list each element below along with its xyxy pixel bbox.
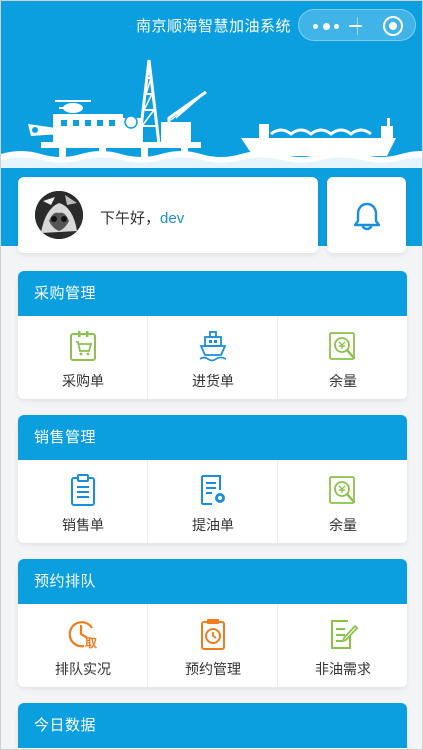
section-title: 预约排队: [18, 559, 407, 604]
item-label: 进货单: [192, 373, 234, 389]
timer-board-icon: [201, 619, 225, 650]
item-label: 提油单: [192, 517, 234, 533]
item-label: 预约管理: [185, 661, 241, 677]
item-label: 余量: [329, 517, 357, 533]
minimize-icon[interactable]: [347, 17, 371, 35]
item-label: 余量: [329, 373, 357, 389]
section-grid: 取 排队实况 预约管理 非油需求: [18, 604, 407, 687]
more-menu-icon[interactable]: [309, 17, 345, 35]
app-frame: 南京顺海智慧加油系统 下午好，dev 采购管理 采购单 进货单 余量 销售管理 …: [0, 0, 423, 750]
balance-search-icon: [329, 332, 356, 360]
section-today-data: 今日数据: [18, 703, 407, 749]
section-sales: 销售管理 销售单 提油单 余量: [18, 415, 407, 543]
reservation-manage-button[interactable]: 预约管理: [148, 604, 278, 687]
balance-search-icon: [329, 476, 356, 504]
item-label: 非油需求: [315, 661, 371, 677]
bell-icon: [353, 202, 381, 231]
purchase-order-button[interactable]: 采购单: [18, 316, 148, 399]
pickup-order-button[interactable]: 提油单: [148, 460, 278, 543]
section-title: 采购管理: [18, 271, 407, 316]
section-grid: 采购单 进货单 余量: [18, 316, 407, 399]
inbound-order-button[interactable]: 进货单: [148, 316, 278, 399]
ship-icon: [199, 331, 227, 362]
section-title: 销售管理: [18, 415, 407, 460]
non-oil-demand-button[interactable]: 非油需求: [278, 604, 407, 687]
document-gear-icon: [201, 475, 225, 505]
clipboard-icon: [71, 474, 95, 506]
svg-text:取: 取: [85, 636, 97, 650]
sales-balance-button[interactable]: 余量: [278, 460, 407, 543]
oil-platform-illustration: [1, 59, 422, 168]
avatar-image: [35, 191, 83, 239]
miniprogram-capsule: [298, 9, 416, 41]
notification-button[interactable]: [327, 177, 406, 253]
sales-order-button[interactable]: 销售单: [18, 460, 148, 543]
section-title: 今日数据: [18, 703, 407, 748]
section-queue: 预约排队 取 排队实况 预约管理 非油需求: [18, 559, 407, 687]
shopping-cart-icon: [70, 331, 96, 361]
section-purchase: 采购管理 采购单 进货单 余量: [18, 271, 407, 399]
greeting-text: 下午好，dev: [100, 207, 184, 228]
item-label: 采购单: [62, 373, 104, 389]
purchase-balance-button[interactable]: 余量: [278, 316, 407, 399]
section-grid: 销售单 提油单 余量: [18, 460, 407, 543]
item-label: 排队实况: [55, 661, 111, 677]
close-target-icon[interactable]: [383, 16, 403, 36]
edit-note-icon: [331, 620, 358, 649]
clock-take-icon: 取: [68, 621, 97, 650]
app-title: 南京顺海智慧加油系统: [136, 18, 292, 35]
greeting-prefix: 下午好，: [100, 210, 161, 227]
queue-status-button[interactable]: 取 排队实况: [18, 604, 148, 687]
user-greeting-card: 下午好，dev: [18, 177, 318, 253]
item-label: 销售单: [62, 517, 104, 533]
user-name: dev: [160, 210, 185, 227]
avatar[interactable]: [35, 191, 83, 239]
